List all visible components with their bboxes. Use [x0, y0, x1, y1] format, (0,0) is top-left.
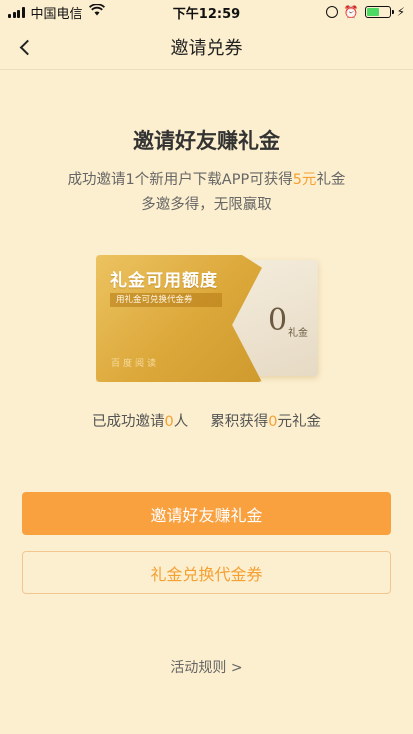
battery-icon	[364, 6, 394, 18]
hero-title: 邀请好友赚礼金	[133, 129, 280, 153]
status-right: ⏰ ⚡	[325, 5, 405, 19]
earned-suffix: 元礼金	[277, 414, 321, 430]
status-left: 中国电信	[8, 3, 105, 22]
invited-count: 0	[164, 414, 174, 430]
wifi-icon	[88, 3, 105, 20]
invite-friends-button[interactable]: 邀请好友赚礼金	[22, 492, 391, 535]
earned-prefix: 累积获得	[210, 414, 269, 430]
gift-card-title: 礼金可用额度	[110, 271, 218, 291]
reward-amount: 5元	[292, 172, 317, 188]
activity-rules-link[interactable]: 活动规则 >	[0, 657, 413, 677]
gift-card-subtitle: 用礼金可兑换代金券	[110, 293, 222, 307]
desc-prefix: 成功邀请1个新用户下载APP可获得	[67, 172, 293, 188]
back-button[interactable]	[10, 32, 40, 62]
hero-description: 成功邀请1个新用户下载APP可获得5元礼金	[0, 168, 413, 189]
charging-icon: ⚡	[396, 5, 405, 19]
hero-description-line2: 多邀多得，无限赢取	[141, 197, 272, 213]
status-bar: 中国电信 下午12:59 ⏰ ⚡	[0, 0, 413, 24]
invite-stats: 已成功邀请0人 累积获得0元礼金	[0, 410, 413, 431]
gift-card-brand: 百度阅读	[111, 359, 160, 369]
exchange-voucher-button[interactable]: 礼金兑换代金券	[22, 551, 391, 594]
carrier-label: 中国电信	[30, 6, 83, 22]
gift-card-unit: 礼金	[288, 328, 308, 339]
invited-suffix: 人	[173, 414, 189, 430]
rotation-lock-icon	[325, 6, 338, 18]
alarm-icon: ⏰	[343, 5, 359, 19]
gift-card-amount: 0	[268, 303, 288, 338]
signal-icon	[8, 6, 25, 18]
invited-prefix: 已成功邀请	[92, 414, 165, 430]
nav-bar: 邀请兑券	[0, 24, 413, 70]
page-title: 邀请兑券	[170, 37, 243, 59]
chevron-left-icon	[19, 39, 35, 55]
desc-suffix: 礼金	[316, 172, 346, 188]
